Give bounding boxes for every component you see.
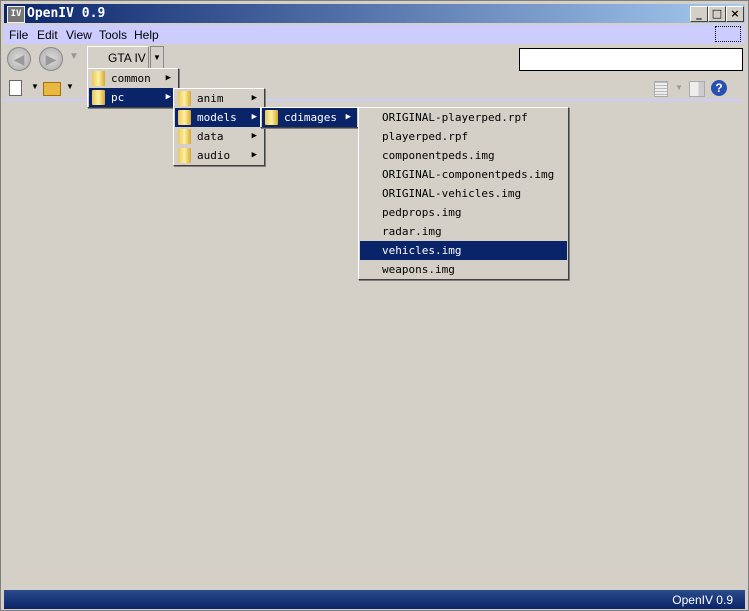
new-dropdown-icon[interactable]: ▼ bbox=[31, 82, 39, 91]
menu-bar: File Edit View Tools Help bbox=[4, 25, 745, 44]
menu-item-data[interactable]: data ▶ bbox=[175, 127, 263, 146]
toolbar-placeholder bbox=[715, 26, 741, 42]
menu-view[interactable]: View bbox=[66, 28, 92, 42]
minimize-button[interactable]: _ bbox=[690, 6, 708, 22]
chevron-right-icon: ▶ bbox=[165, 73, 171, 83]
file-item[interactable]: ORIGINAL-componentpeds.img bbox=[360, 165, 567, 184]
file-menu: ORIGINAL-playerped.rpf playerped.rpf com… bbox=[358, 107, 569, 280]
back-icon[interactable]: ◀ bbox=[7, 47, 31, 71]
status-bar: OpenIV 0.9 bbox=[4, 590, 745, 609]
folder-icon bbox=[265, 110, 278, 125]
chevron-right-icon: ▶ bbox=[251, 112, 257, 122]
chevron-right-icon: ▶ bbox=[251, 93, 257, 103]
help-icon[interactable]: ? bbox=[711, 80, 727, 96]
menu-item-models[interactable]: models ▶ bbox=[175, 108, 263, 127]
maximize-button[interactable]: □ bbox=[708, 6, 726, 22]
menu-item-common[interactable]: common ▶ bbox=[89, 69, 177, 88]
menu-item-cdimages[interactable]: cdimages ▶ bbox=[262, 108, 357, 127]
game-selector[interactable]: GTA IV bbox=[87, 46, 149, 70]
open-dropdown-icon[interactable]: ▼ bbox=[66, 82, 74, 91]
menu-file[interactable]: File bbox=[9, 28, 28, 42]
file-item[interactable]: radar.img bbox=[360, 222, 567, 241]
folder-icon bbox=[92, 71, 105, 86]
window-title: OpenIV 0.9 bbox=[27, 6, 106, 21]
menu-edit[interactable]: Edit bbox=[37, 28, 58, 42]
folder-icon bbox=[92, 90, 105, 105]
main-window: IV OpenIV 0.9 _ □ × File Edit View Tools… bbox=[0, 0, 749, 611]
title-bar: IV OpenIV 0.9 _ □ × bbox=[4, 4, 745, 23]
folder-icon bbox=[178, 148, 191, 163]
menu-item-label: common bbox=[111, 72, 151, 85]
folder-icon bbox=[178, 110, 191, 125]
menu-item-label: data bbox=[197, 130, 224, 143]
menu-item-audio[interactable]: audio ▶ bbox=[175, 146, 263, 165]
menu-item-label: anim bbox=[197, 92, 224, 105]
menu-item-label: models bbox=[197, 111, 237, 124]
chevron-right-icon: ▶ bbox=[251, 131, 257, 141]
file-item[interactable]: ORIGINAL-vehicles.img bbox=[360, 184, 567, 203]
file-item[interactable]: pedprops.img bbox=[360, 203, 567, 222]
history-dropdown-icon[interactable]: ▼ bbox=[69, 51, 79, 62]
open-folder-icon[interactable] bbox=[43, 82, 61, 96]
status-text: OpenIV 0.9 bbox=[672, 593, 733, 607]
chevron-right-icon: ▶ bbox=[251, 150, 257, 160]
new-file-icon[interactable] bbox=[9, 80, 22, 96]
close-button[interactable]: × bbox=[726, 6, 744, 22]
menu-level2: anim ▶ models ▶ data ▶ audio ▶ bbox=[173, 88, 265, 166]
game-dropdown-button[interactable]: ▼ bbox=[150, 46, 164, 70]
preview-pane-icon[interactable] bbox=[689, 81, 705, 97]
search-input[interactable] bbox=[519, 48, 743, 71]
folder-icon bbox=[178, 129, 191, 144]
file-item[interactable]: playerped.rpf bbox=[360, 127, 567, 146]
game-selector-label: GTA IV bbox=[108, 51, 146, 65]
file-item[interactable]: weapons.img bbox=[360, 260, 567, 279]
menu-tools[interactable]: Tools bbox=[99, 28, 127, 42]
menu-help[interactable]: Help bbox=[134, 28, 159, 42]
app-icon: IV bbox=[7, 6, 25, 23]
file-item[interactable]: ORIGINAL-playerped.rpf bbox=[360, 108, 567, 127]
file-item[interactable]: componentpeds.img bbox=[360, 146, 567, 165]
chevron-right-icon: ▶ bbox=[345, 112, 351, 122]
menu-item-label: audio bbox=[197, 149, 231, 162]
file-item-selected[interactable]: vehicles.img bbox=[360, 241, 567, 260]
menu-item-pc[interactable]: pc ▶ bbox=[89, 88, 177, 107]
chevron-right-icon: ▶ bbox=[165, 92, 171, 102]
menu-item-label: pc bbox=[111, 91, 125, 104]
view-list-icon[interactable] bbox=[654, 81, 668, 97]
forward-icon[interactable]: ▶ bbox=[39, 47, 63, 71]
menu-item-anim[interactable]: anim ▶ bbox=[175, 89, 263, 108]
menu-level3: cdimages ▶ bbox=[260, 107, 359, 128]
view-dropdown-icon[interactable]: ▼ bbox=[675, 83, 683, 92]
folder-icon bbox=[178, 91, 191, 106]
menu-level1: common ▶ pc ▶ bbox=[87, 68, 179, 108]
menu-item-label: cdimages bbox=[284, 111, 337, 124]
